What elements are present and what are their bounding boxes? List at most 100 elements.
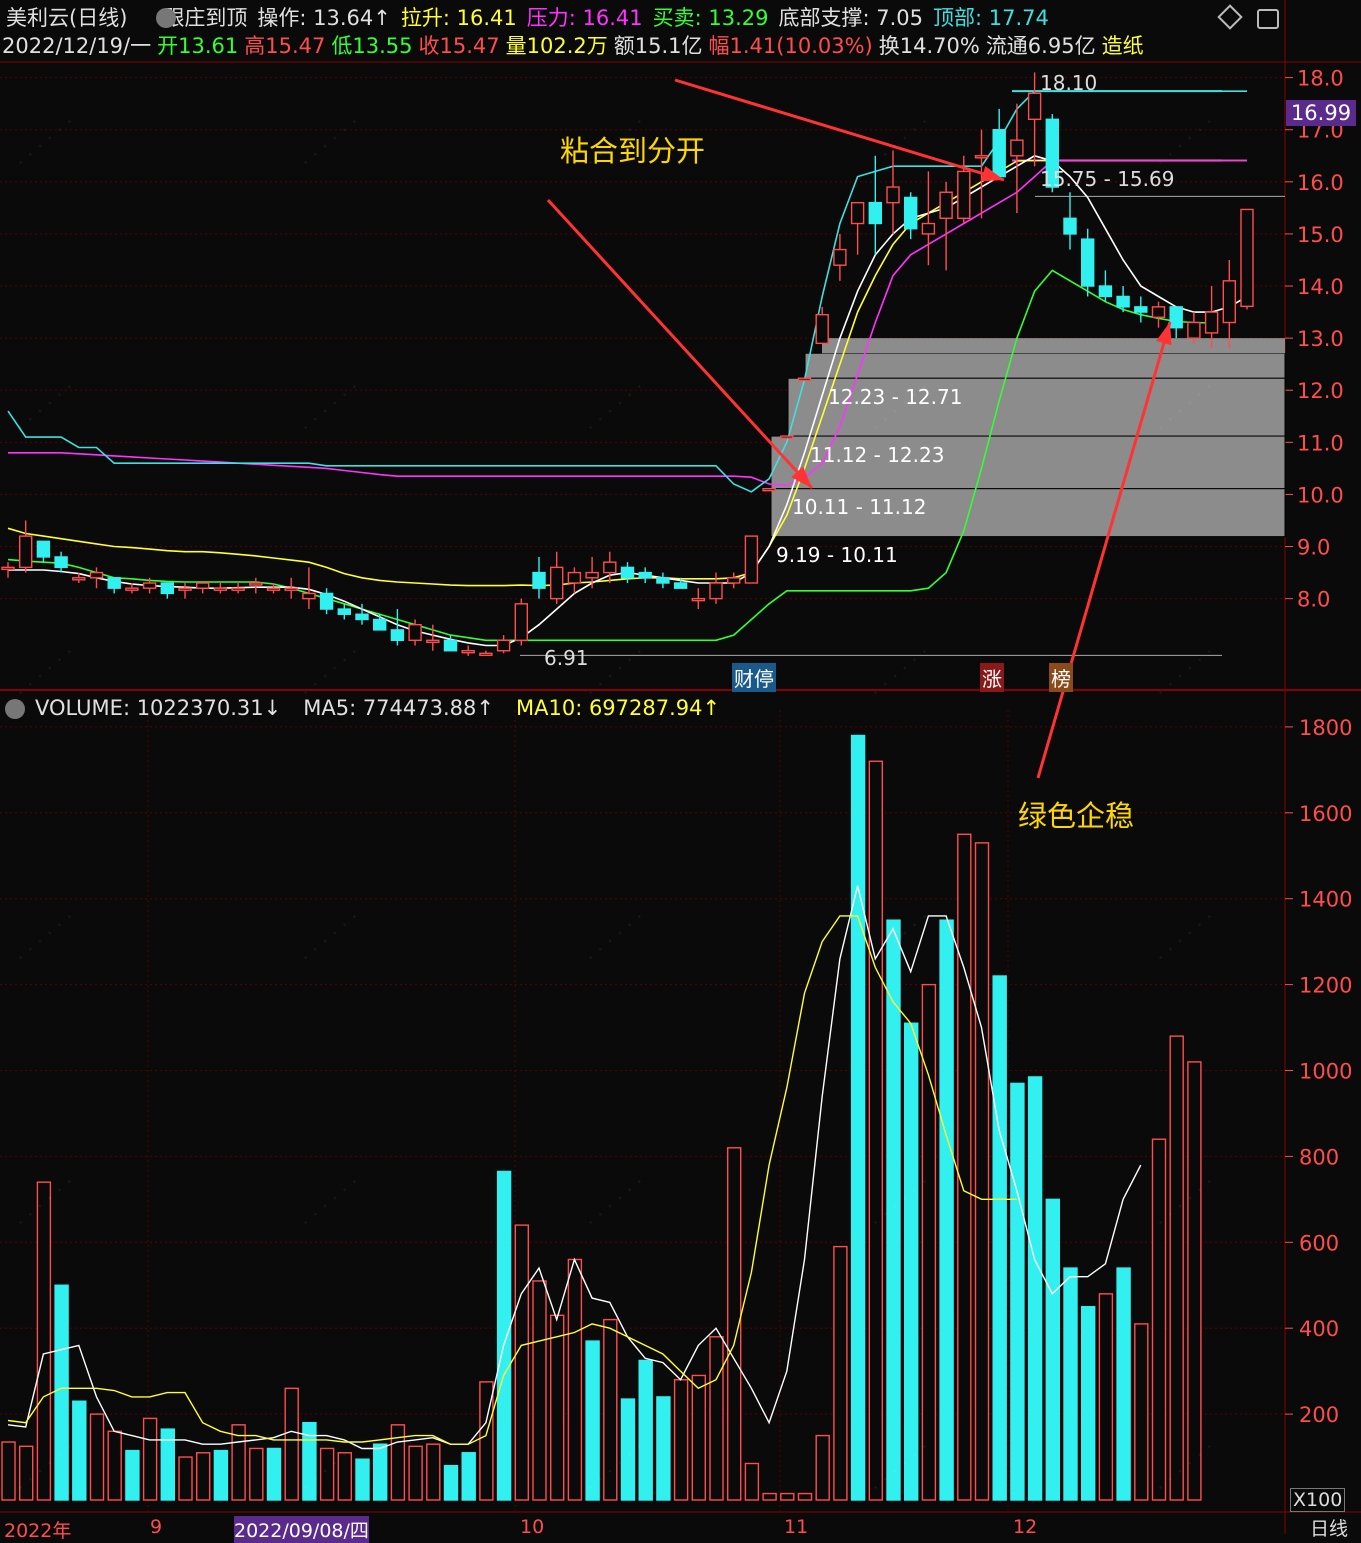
candle-body xyxy=(1240,208,1254,308)
candle-body xyxy=(514,603,528,642)
settings-circle-icon[interactable] xyxy=(5,699,25,719)
volume-header: VOLUME: 1022370.31↓ MA5: 774473.88↑ MA10: … xyxy=(35,695,742,721)
volume-bar xyxy=(603,1318,618,1501)
volume-bar xyxy=(974,842,990,1501)
y-tick-label: 1800 xyxy=(1299,716,1352,740)
candle-body xyxy=(107,577,121,589)
y-tick-label: 14.0 xyxy=(1297,275,1344,299)
candle-body xyxy=(656,577,670,584)
candle-body xyxy=(479,652,493,657)
event-marker[interactable]: 财停 xyxy=(732,663,776,692)
x-axis-label: 9 xyxy=(150,1516,163,1538)
candle-body xyxy=(373,618,387,631)
volume-bar xyxy=(833,1245,848,1501)
y-tick-label: 1600 xyxy=(1299,802,1352,826)
y-tick-label: 18.0 xyxy=(1297,67,1344,91)
candle-body xyxy=(1098,285,1113,298)
volume-bar xyxy=(532,1280,547,1501)
period-label[interactable]: 日线 xyxy=(1310,1514,1348,1541)
candle-body xyxy=(1080,238,1095,287)
volume-bar xyxy=(1080,1306,1096,1501)
y-tick-label: 8.0 xyxy=(1297,588,1330,612)
y-tick-label: 11.0 xyxy=(1297,431,1344,455)
candle-body xyxy=(284,587,298,591)
volume-bar xyxy=(850,734,866,1501)
volume-bar xyxy=(19,1445,34,1501)
candle-body xyxy=(974,155,989,159)
candle-body xyxy=(833,248,847,266)
candle-body xyxy=(673,582,688,589)
event-marker[interactable]: 涨 xyxy=(980,663,1004,692)
candle-body xyxy=(89,571,104,579)
volume-bar xyxy=(709,1336,724,1501)
zone-label: 9.19 - 10.11 xyxy=(776,543,898,567)
volume-bar xyxy=(744,1462,760,1501)
volume-bar xyxy=(496,1170,512,1501)
volume-bar xyxy=(1134,1323,1149,1501)
volume-bar xyxy=(567,1258,583,1501)
volume-bar xyxy=(550,1314,565,1501)
volume-bar xyxy=(815,1434,830,1501)
volume-bar xyxy=(673,1379,689,1501)
volume-bar xyxy=(904,1022,919,1501)
volume-bar xyxy=(620,1398,636,1501)
annotation-arrow xyxy=(546,198,814,490)
y-tick-label: 200 xyxy=(1299,1403,1339,1427)
y-tick-label: 1400 xyxy=(1299,888,1352,912)
volume-bar xyxy=(585,1340,600,1501)
event-marker[interactable]: 榜 xyxy=(1049,663,1073,692)
candle-body xyxy=(142,582,157,589)
candle-body xyxy=(868,201,882,225)
volume-bar xyxy=(1098,1293,1114,1501)
volume-bar xyxy=(337,1452,352,1501)
candle-body xyxy=(443,639,458,652)
candle-body xyxy=(1027,92,1042,121)
volume-bar xyxy=(797,1492,813,1501)
volume-bar xyxy=(125,1449,140,1501)
candle-body xyxy=(302,592,316,600)
candle-body xyxy=(532,571,546,589)
candle-body xyxy=(337,608,351,615)
candle-body xyxy=(762,487,776,492)
candle-body xyxy=(850,201,865,225)
chart-svg: 18.017.016.015.014.013.012.011.010.09.08… xyxy=(0,0,1361,1534)
candle-body xyxy=(585,571,599,579)
y-tick-label: 1200 xyxy=(1299,974,1352,998)
candle-body xyxy=(957,170,971,220)
y-tick-label: 600 xyxy=(1299,1231,1339,1255)
y-tick-label: 800 xyxy=(1299,1145,1339,1169)
x-axis-label: 11 xyxy=(784,1516,809,1538)
volume-bar xyxy=(780,1492,795,1501)
volume-bar xyxy=(1063,1267,1078,1501)
candle-body xyxy=(461,650,475,654)
candle-body xyxy=(939,191,953,219)
volume-bar xyxy=(939,919,954,1501)
y-tick-label: 400 xyxy=(1299,1317,1339,1341)
candle-body xyxy=(691,597,705,602)
candle-body xyxy=(1,566,15,571)
high-price-label: 18.10 xyxy=(1040,71,1098,95)
candle-body xyxy=(1063,217,1077,235)
volume-bar xyxy=(1045,1198,1061,1501)
candle-body xyxy=(603,561,617,574)
candle-body xyxy=(178,587,192,591)
candle-body xyxy=(125,587,139,591)
volume-field: MA5: 774473.88↑ xyxy=(303,696,494,720)
candle-body xyxy=(1204,311,1219,334)
volume-bar xyxy=(1027,1076,1043,1501)
volume-bar xyxy=(72,1400,87,1501)
resistance-label: 15.75 - 15.69 xyxy=(1040,167,1175,191)
annotation-top-text: 粘合到分开 xyxy=(560,134,706,168)
current-price-tag: 16.99 xyxy=(1286,100,1356,126)
x-axis-label: 12 xyxy=(1013,1516,1038,1538)
candle-body xyxy=(1169,306,1183,329)
candle-body xyxy=(355,613,369,621)
support-zone xyxy=(804,352,1286,379)
candle-body xyxy=(1187,321,1201,339)
x-axis-label: 2022/09/08/四 xyxy=(234,1516,369,1543)
candle-body xyxy=(744,535,759,584)
candle-body xyxy=(921,222,936,235)
low-price-label: 6.91 xyxy=(544,646,589,670)
volume-bar xyxy=(195,1452,211,1501)
volume-ma-line xyxy=(7,915,1017,1445)
